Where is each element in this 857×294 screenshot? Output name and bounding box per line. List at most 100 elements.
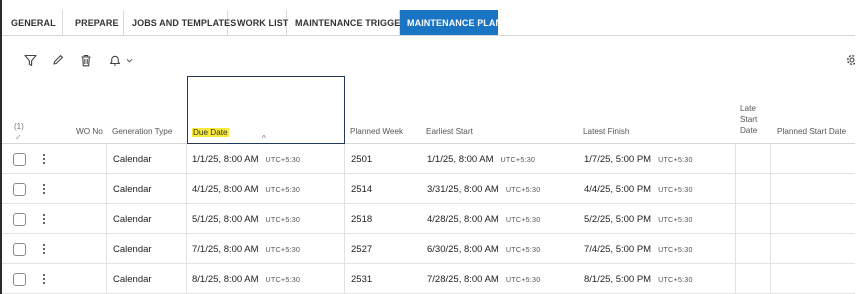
select-all-check[interactable]: ✓: [15, 133, 22, 142]
timezone-badge: UTC+5:30: [658, 274, 693, 284]
cell-latest-finish: 5/2/25, 5:00 PM UTC+5:30: [584, 213, 693, 225]
col-header-planned-week[interactable]: Planned Week: [350, 127, 403, 136]
column-divider: [735, 234, 736, 264]
timezone-badge: UTC+5:30: [265, 244, 301, 254]
row-checkbox[interactable]: [13, 153, 26, 166]
grid-header: (1) ✓ WO No Generation Type Due Date ^ P…: [2, 76, 857, 144]
col-header-due-date[interactable]: Due Date ^: [187, 76, 345, 144]
timezone-badge: UTC+5:30: [505, 184, 541, 194]
sort-ascending-icon[interactable]: ^: [262, 134, 266, 143]
kebab-dot: [43, 158, 45, 160]
timezone-badge: UTC+5:30: [658, 184, 693, 194]
timezone-badge: UTC+5:30: [265, 154, 301, 164]
column-divider: [186, 234, 187, 264]
col-header-late-start-date[interactable]: Late Start Date: [740, 103, 770, 136]
col-header-earliest-start[interactable]: Earliest Start: [426, 127, 473, 136]
column-divider: [106, 204, 107, 234]
tab-general[interactable]: GENERAL: [2, 10, 63, 35]
cell-planned-week: 2531: [351, 273, 373, 285]
col-header-generation-type[interactable]: Generation Type: [112, 127, 172, 136]
tab-work-list[interactable]: WORK LIST: [228, 10, 288, 35]
grid-toolbar: [2, 50, 857, 70]
cell-due-date: 4/1/25, 8:00 AM UTC+5:30: [192, 183, 301, 195]
cell-earliest-start: 7/28/25, 8:00 AM UTC+5:30: [427, 273, 541, 285]
row-checkbox[interactable]: [13, 213, 26, 226]
timezone-badge: UTC+5:30: [505, 214, 541, 224]
col-header-latest-finish[interactable]: Latest Finish: [583, 127, 629, 136]
cell-due-date: 5/1/25, 8:00 AM UTC+5:30: [192, 213, 301, 225]
cell-latest-finish: 7/4/25, 5:00 PM UTC+5:30: [584, 243, 693, 255]
kebab-dot: [43, 248, 45, 250]
row-menu-icon[interactable]: [41, 212, 47, 226]
timezone-badge: UTC+5:30: [505, 244, 541, 254]
cell-generation-type: Calendar: [113, 273, 152, 285]
cell-generation-type: Calendar: [113, 183, 152, 195]
row-menu-icon[interactable]: [41, 152, 47, 166]
column-divider: [106, 144, 107, 174]
cell-earliest-start: 3/31/25, 8:00 AM UTC+5:30: [427, 183, 541, 195]
column-divider: [106, 234, 107, 264]
edit-icon[interactable]: [51, 50, 65, 70]
column-divider: [770, 234, 771, 264]
cell-earliest-start: 1/1/25, 8:00 AM UTC+5:30: [427, 153, 536, 165]
timezone-badge: UTC+5:30: [658, 154, 693, 164]
column-divider: [186, 264, 187, 294]
table-row[interactable]: Calendar 8/1/25, 8:00 AM UTC+5:30 2531 7/…: [2, 264, 857, 294]
timezone-badge: UTC+5:30: [265, 274, 301, 284]
delete-icon[interactable]: [79, 50, 93, 70]
row-checkbox[interactable]: [13, 183, 26, 196]
column-divider: [186, 174, 187, 204]
table-row[interactable]: Calendar 1/1/25, 8:00 AM UTC+5:30 2501 1/…: [2, 144, 857, 174]
cell-generation-type: Calendar: [113, 243, 152, 255]
filter-icon[interactable]: [22, 50, 38, 70]
table-row[interactable]: Calendar 4/1/25, 8:00 AM UTC+5:30 2514 3/…: [2, 174, 857, 204]
row-menu-icon[interactable]: [41, 242, 47, 256]
column-divider: [186, 144, 187, 174]
timezone-badge: UTC+5:30: [500, 154, 536, 164]
column-divider: [344, 144, 345, 174]
cell-earliest-start: 6/30/25, 8:00 AM UTC+5:30: [427, 243, 541, 255]
kebab-dot: [43, 282, 45, 284]
column-divider: [106, 264, 107, 294]
column-divider: [106, 174, 107, 204]
column-divider: [735, 264, 736, 294]
tab-maintenance-triggers[interactable]: MAINTENANCE TRIGGERS: [287, 10, 413, 35]
col-header-wo-no[interactable]: WO No: [76, 127, 103, 136]
timezone-badge: UTC+5:30: [658, 214, 693, 224]
tab-maintenance-plan[interactable]: MAINTENANCE PLAN: [400, 10, 502, 35]
kebab-dot: [43, 188, 45, 190]
column-divider: [344, 204, 345, 234]
column-divider: [770, 264, 771, 294]
kebab-dot: [43, 278, 45, 280]
row-menu-icon[interactable]: [41, 182, 47, 196]
kebab-dot: [43, 222, 45, 224]
cell-earliest-start: 4/28/25, 8:00 AM UTC+5:30: [427, 213, 541, 225]
timezone-badge: UTC+5:30: [658, 244, 693, 254]
table-row[interactable]: Calendar 5/1/25, 8:00 AM UTC+5:30 2518 4/…: [2, 204, 857, 234]
tab-prepare[interactable]: PREPARE: [63, 10, 124, 35]
row-checkbox[interactable]: [13, 273, 26, 286]
column-divider: [186, 204, 187, 234]
cell-latest-finish: 4/4/25, 5:00 PM UTC+5:30: [584, 183, 693, 195]
kebab-dot: [43, 192, 45, 194]
tab-jobs-and-templates[interactable]: JOBS AND TEMPLATES: [124, 10, 236, 35]
column-divider: [735, 204, 736, 234]
row-checkbox[interactable]: [13, 243, 26, 256]
maintenance-plan-page: GENERAL PREPARE JOBS AND TEMPLATES WORK …: [0, 0, 857, 294]
row-menu-icon[interactable]: [41, 272, 47, 286]
kebab-dot: [43, 274, 45, 276]
selection-count: (1): [14, 122, 24, 131]
col-header-planned-start-date[interactable]: Planned Start Date: [777, 127, 846, 136]
timezone-badge: UTC+5:30: [505, 274, 541, 284]
kebab-dot: [43, 214, 45, 216]
kebab-dot: [43, 218, 45, 220]
column-divider: [344, 264, 345, 294]
cell-generation-type: Calendar: [113, 213, 152, 225]
cell-planned-week: 2501: [351, 153, 373, 165]
cell-due-date: 8/1/25, 8:00 AM UTC+5:30: [192, 273, 301, 285]
cell-planned-week: 2527: [351, 243, 373, 255]
table-row[interactable]: Calendar 7/1/25, 8:00 AM UTC+5:30 2527 6/…: [2, 234, 857, 264]
cell-latest-finish: 1/7/25, 5:00 PM UTC+5:30: [584, 153, 693, 165]
bell-icon[interactable]: [107, 50, 137, 70]
cell-planned-week: 2514: [351, 183, 373, 195]
